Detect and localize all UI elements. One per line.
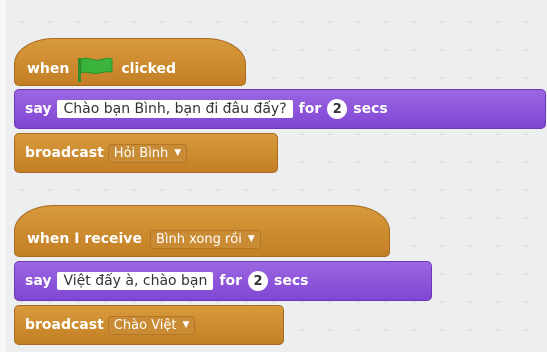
chevron-down-icon: ▼ [182,320,190,330]
secs-label: secs [274,273,309,289]
say-for-secs-block[interactable]: say Chào bạn Bình, bạn đi đâu đấy? for 2… [14,89,546,129]
secs-input[interactable]: 2 [248,271,269,291]
say-text-input[interactable]: Chào bạn Bình, bạn đi đâu đấy? [57,100,293,118]
receive-message-dropdown[interactable]: Bình xong rồi ▼ [149,229,261,249]
broadcast-block[interactable]: broadcast Hỏi Bình ▼ [14,133,278,173]
broadcast-message-dropdown[interactable]: Chào Việt ▼ [107,315,196,335]
secs-input[interactable]: 2 [327,99,348,119]
chevron-down-icon: ▼ [174,148,182,158]
broadcast-message-value: Chào Việt [113,317,177,333]
when-label: when [27,61,70,77]
broadcast-block[interactable]: broadcast Chào Việt ▼ [14,305,284,345]
broadcast-message-value: Hỏi Bình [113,145,169,161]
say-for-secs-block[interactable]: say Việt đấy à, chào bạn for 2 secs [14,261,432,301]
left-edge [0,0,6,352]
say-label: say [25,273,52,289]
when-i-receive-block[interactable]: when I receive Bình xong rồi ▼ [14,205,390,257]
for-label: for [219,273,243,289]
broadcast-message-dropdown[interactable]: Hỏi Bình ▼ [107,143,188,163]
broadcast-label: broadcast [25,317,104,333]
say-label: say [25,101,52,117]
clicked-label: clicked [121,61,177,77]
broadcast-label: broadcast [25,145,104,161]
green-flag-icon [78,57,113,82]
secs-label: secs [353,101,388,117]
chevron-down-icon: ▼ [247,234,255,244]
when-i-receive-label: when I receive [27,231,142,247]
receive-message-value: Bình xong rồi [155,231,242,247]
when-flag-clicked-block[interactable]: when clicked [14,38,246,86]
for-label: for [298,101,322,117]
say-text-input[interactable]: Việt đấy à, chào bạn [57,272,214,290]
